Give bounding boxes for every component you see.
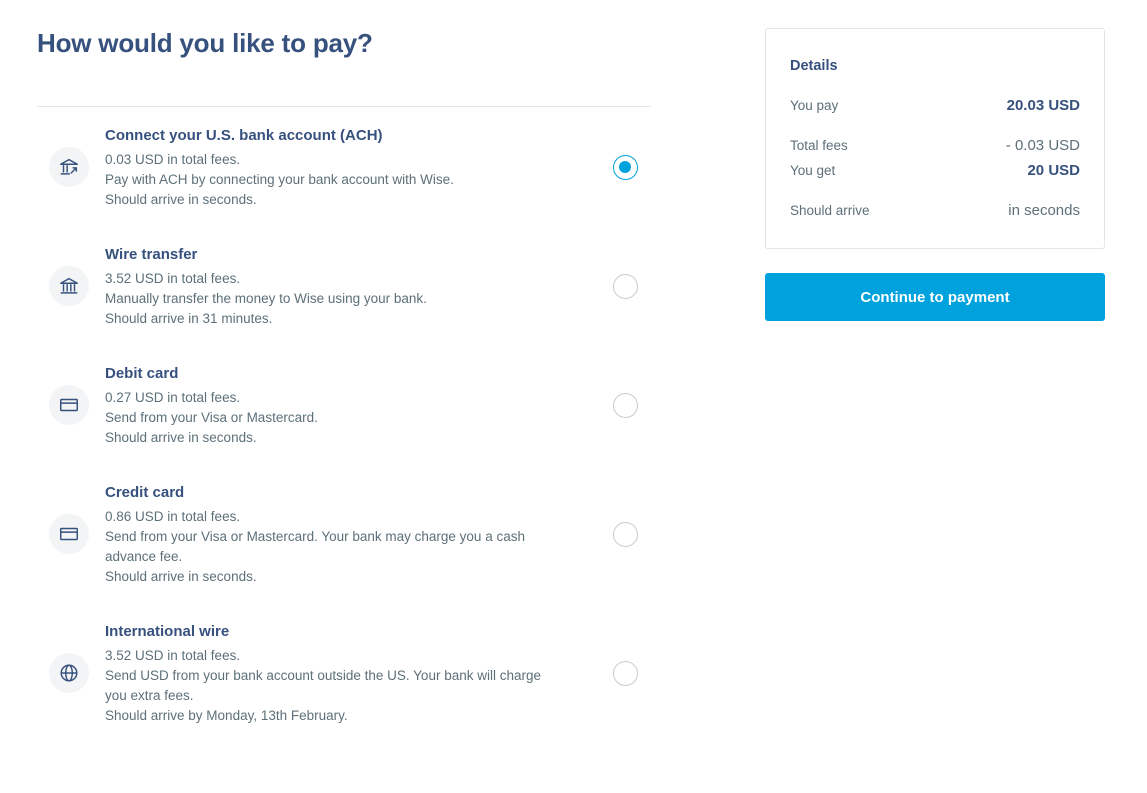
method-description: Send USD from your bank account outside … xyxy=(105,668,541,683)
method-description: Send from your Visa or Mastercard. Your … xyxy=(105,529,525,544)
you-pay-row: You pay 20.03 USD xyxy=(790,97,1080,114)
payment-method-credit-card[interactable]: Credit card 0.86 USD in total fees. Send… xyxy=(37,465,651,604)
method-fee: 3.52 USD in total fees. xyxy=(105,648,241,663)
globe-icon xyxy=(49,653,89,693)
method-fee: 0.86 USD in total fees. xyxy=(105,509,241,524)
method-fee: 0.03 USD in total fees. xyxy=(105,152,241,167)
method-description: Send from your Visa or Mastercard. xyxy=(105,410,318,425)
method-radio-wire[interactable] xyxy=(613,274,638,299)
bank-icon xyxy=(49,266,89,306)
method-name: Connect your U.S. bank account (ACH) xyxy=(105,127,383,144)
you-get-row: You get 20 USD xyxy=(790,162,1080,179)
method-description: Manually transfer the money to Wise usin… xyxy=(105,291,427,306)
card-icon xyxy=(49,385,89,425)
method-description: you extra fees. xyxy=(105,688,194,703)
method-fee: 0.27 USD in total fees. xyxy=(105,390,241,405)
should-arrive-row: Should arrive in seconds xyxy=(790,202,1080,219)
method-name: International wire xyxy=(105,623,230,640)
method-arrival: Should arrive in seconds. xyxy=(105,192,257,207)
method-radio-credit-card[interactable] xyxy=(613,522,638,547)
method-radio-international-wire[interactable] xyxy=(613,661,638,686)
method-name: Wire transfer xyxy=(105,246,198,263)
method-description: Pay with ACH by connecting your bank acc… xyxy=(105,172,454,187)
total-fees-row: Total fees - 0.03 USD xyxy=(790,137,1080,154)
payment-method-ach[interactable]: Connect your U.S. bank account (ACH) 0.0… xyxy=(37,108,651,227)
method-name: Credit card xyxy=(105,484,185,501)
method-arrival: Should arrive in 31 minutes. xyxy=(105,311,273,326)
total-fees-value: - 0.03 USD xyxy=(1005,137,1080,154)
method-arrival: Should arrive in seconds. xyxy=(105,569,257,584)
method-arrival: Should arrive by Monday, 13th February. xyxy=(105,708,348,723)
payment-method-international-wire[interactable]: International wire 3.52 USD in total fee… xyxy=(37,604,651,743)
page-title: How would you like to pay? xyxy=(37,28,373,58)
method-description: advance fee. xyxy=(105,549,183,564)
total-fees-label: Total fees xyxy=(790,138,848,153)
method-radio-debit-card[interactable] xyxy=(613,393,638,418)
title-divider xyxy=(37,106,651,107)
should-arrive-label: Should arrive xyxy=(790,203,870,218)
details-heading: Details xyxy=(790,58,838,74)
method-name: Debit card xyxy=(105,365,179,382)
payment-method-wire[interactable]: Wire transfer 3.52 USD in total fees. Ma… xyxy=(37,227,651,346)
method-arrival: Should arrive in seconds. xyxy=(105,430,257,445)
you-pay-label: You pay xyxy=(790,98,839,113)
bank-connect-icon xyxy=(49,147,89,187)
method-fee: 3.52 USD in total fees. xyxy=(105,271,241,286)
you-get-value: 20 USD xyxy=(1027,162,1080,179)
continue-to-payment-button[interactable]: Continue to payment xyxy=(765,273,1105,321)
payment-method-debit-card[interactable]: Debit card 0.27 USD in total fees. Send … xyxy=(37,346,651,465)
you-get-label: You get xyxy=(790,163,836,178)
details-panel: Details You pay 20.03 USD Total fees - 0… xyxy=(765,28,1105,249)
method-radio-ach[interactable] xyxy=(613,155,638,180)
should-arrive-value: in seconds xyxy=(1008,202,1080,219)
card-icon xyxy=(49,514,89,554)
you-pay-value: 20.03 USD xyxy=(1006,97,1080,114)
